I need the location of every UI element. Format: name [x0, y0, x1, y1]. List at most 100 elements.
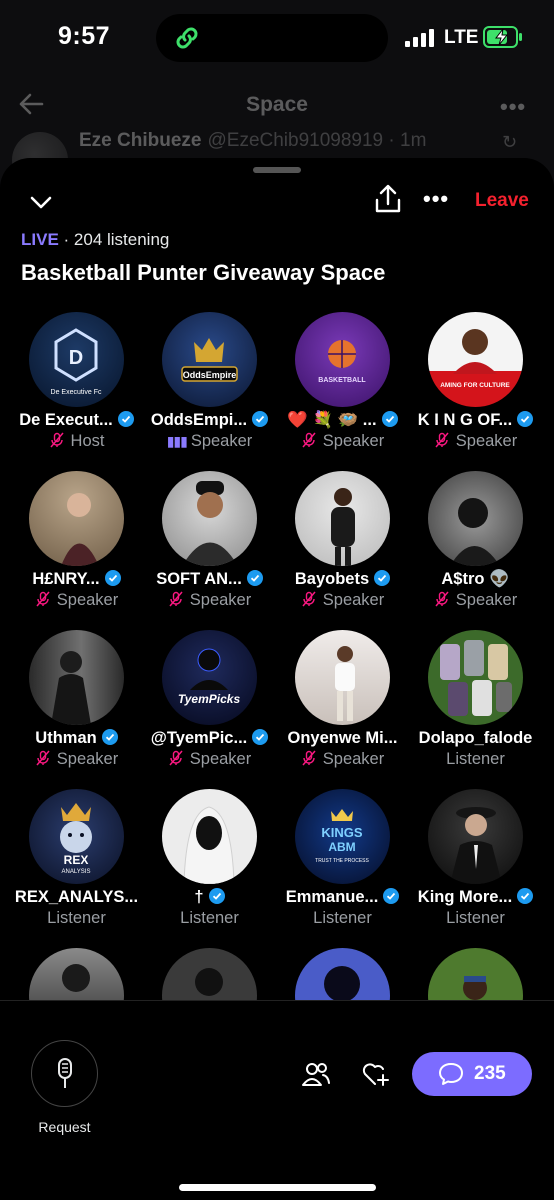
tweet-author-handle: @EzeChib91098919 · 1m	[207, 130, 427, 151]
participant-card[interactable]: H£NRY... Speaker	[10, 467, 143, 617]
tweet-author-name: Eze Chibueze	[79, 130, 202, 151]
chevron-down-icon[interactable]	[28, 190, 54, 216]
rex-analysis-logo: REX ANALYSIS	[60, 803, 92, 875]
sheet-grabber[interactable]	[253, 167, 301, 173]
participant-card[interactable]: † Listener	[143, 785, 276, 935]
avatar-photo	[195, 968, 223, 996]
avatar	[295, 630, 390, 725]
avatar-photo	[62, 964, 90, 992]
avatar-text: TyemPicks	[178, 692, 241, 706]
avatar-photo	[331, 488, 355, 566]
avatar-text: ANALYSIS	[62, 869, 91, 875]
participant-name: Bayobets	[294, 570, 370, 588]
avatar: D De Executive Fc	[29, 312, 124, 407]
microphone-icon	[58, 1058, 72, 1088]
battery-charging-icon	[483, 26, 522, 48]
participant-card[interactable]: AMING FOR CULTURE K I N G OF... Speaker	[409, 308, 542, 458]
share-icon[interactable]	[374, 184, 402, 214]
odds-empire-logo: OddsEmpire	[181, 338, 238, 382]
participant-name: SOFT AN...	[156, 570, 242, 588]
avatar-text: ABM	[328, 840, 355, 854]
avatar-photo	[324, 966, 360, 1000]
participant-name: K I N G OF...	[417, 411, 513, 429]
avatar-text: BASKETBALL	[318, 377, 366, 384]
participant-card[interactable]: Bayobets Speaker	[276, 467, 409, 617]
space-sheet: ••• Leave LIVE · 204 listening Basketbal…	[0, 158, 554, 1200]
participant-role: Listener	[446, 750, 505, 768]
participant-card[interactable]	[276, 944, 409, 1000]
live-status: LIVE · 204 listening	[21, 230, 169, 250]
participant-role: Speaker	[56, 591, 119, 609]
tyem-picks-logo: TyemPicks	[178, 648, 241, 706]
participant-name: @TyemPic...	[150, 729, 248, 747]
space-screen: 9:57 LTE Space ••• Eze Chibueze @EzeChib9…	[0, 0, 554, 1200]
verified-badge-icon	[208, 888, 225, 904]
avatar-photo	[182, 481, 238, 566]
participant-card[interactable]: REX ANALYSIS REX_ANALYS... Listener	[10, 785, 143, 935]
request-button[interactable]	[31, 1040, 98, 1107]
participant-card[interactable]: D De Executive Fc De Execut... Host	[10, 308, 143, 458]
participant-card[interactable]: Onyenwe Mi... Speaker	[276, 626, 409, 776]
avatar-text: KINGS	[321, 825, 363, 840]
participant-card[interactable]: A$tro 👽 Speaker	[409, 467, 542, 617]
participant-card[interactable]: OddsEmpire OddsEmpi... ▮▮▮ Speaker	[143, 308, 276, 458]
participant-card[interactable]	[143, 944, 276, 1000]
status-time: 9:57	[58, 22, 111, 50]
verified-badge-icon	[252, 729, 269, 745]
avatar-text: TRUST THE PROCESS	[315, 858, 369, 864]
basketball-logo: BASKETBALL	[318, 340, 366, 384]
retweet-icon: ↻	[502, 132, 518, 152]
participant-role: Speaker	[455, 432, 518, 450]
more-icon: •••	[500, 94, 527, 119]
avatar: BASKETBALL	[295, 312, 390, 407]
avatar-photo	[51, 651, 91, 725]
avatar: REX ANALYSIS	[29, 789, 124, 884]
avatar: OddsEmpire	[162, 312, 257, 407]
verified-badge-icon	[517, 888, 534, 904]
participant-card[interactable]: KINGS ABM TRUST THE PROCESS Emmanue... Lis…	[276, 785, 409, 935]
mic-muted-icon	[36, 591, 50, 607]
participant-card[interactable]: Uthman Speaker	[10, 626, 143, 776]
mic-muted-icon	[302, 432, 316, 448]
participant-role: Speaker	[189, 591, 252, 609]
verified-badge-icon	[517, 411, 534, 427]
king-of-photo: AMING FOR CULTURE	[440, 329, 510, 389]
kings-abm-logo: KINGSABM TRUST THE PROCESS	[315, 809, 370, 864]
participant-card[interactable]: BASKETBALL ❤️ 💐 🪺 ... Speaker	[276, 308, 409, 458]
participant-card[interactable]: TyemPicks @TyemPic... Speaker	[143, 626, 276, 776]
avatar	[428, 789, 523, 884]
svg-text:D: D	[69, 347, 83, 369]
participant-name: King More...	[417, 888, 513, 906]
more-options-icon[interactable]: •••	[423, 186, 449, 212]
mic-muted-icon	[36, 750, 50, 766]
home-indicator[interactable]	[179, 1184, 376, 1191]
participant-card[interactable]: King More... Listener	[409, 785, 542, 935]
heart-plus-icon[interactable]	[361, 1061, 389, 1087]
listening-count: · 204 listening	[58, 230, 170, 249]
participant-card[interactable]: Dolapo_falode Listener	[409, 626, 542, 776]
participant-card[interactable]: SOFT AN... Speaker	[143, 467, 276, 617]
avatar-text: AMING FOR CULTURE	[440, 382, 510, 389]
participant-card[interactable]	[10, 944, 143, 1000]
avatar	[162, 948, 257, 1000]
live-tag: LIVE	[21, 230, 59, 249]
verified-badge-icon	[381, 411, 398, 427]
leave-button[interactable]: Leave	[475, 190, 529, 212]
participant-card[interactable]	[409, 944, 542, 1000]
verified-badge-icon	[117, 411, 134, 427]
participant-name: †	[194, 888, 204, 906]
people-icon[interactable]	[302, 1061, 330, 1087]
participant-role: Speaker	[322, 432, 385, 450]
signal-icon	[405, 29, 434, 47]
avatar	[428, 948, 523, 1000]
participant-role: Speaker	[190, 432, 253, 450]
verified-badge-icon	[101, 729, 118, 745]
avatar-photo	[463, 976, 487, 1000]
avatar-text: OddsEmpire	[183, 370, 237, 380]
participant-name: H£NRY...	[32, 570, 100, 588]
avatar	[295, 948, 390, 1000]
avatar: TyemPicks	[162, 630, 257, 725]
participant-name: Uthman	[35, 729, 97, 747]
comments-button[interactable]: 235	[412, 1052, 532, 1096]
avatar	[295, 471, 390, 566]
